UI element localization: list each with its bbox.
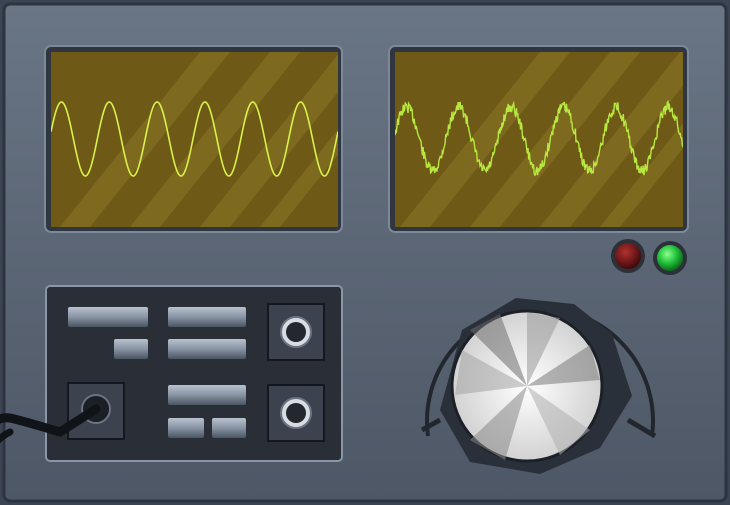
game-scene — [0, 0, 730, 505]
jack-top[interactable] — [267, 303, 325, 361]
slider-6[interactable] — [168, 418, 204, 438]
screen-right — [388, 45, 689, 233]
green-led[interactable] — [657, 245, 683, 271]
scene-svg — [0, 0, 730, 505]
slider-1[interactable] — [68, 307, 148, 327]
slider-2[interactable] — [168, 307, 246, 327]
slider-5[interactable] — [168, 385, 246, 405]
red-led[interactable] — [615, 243, 641, 269]
slider-4[interactable] — [168, 339, 246, 359]
slider-3[interactable] — [114, 339, 148, 359]
jack-bottom[interactable] — [267, 384, 325, 442]
control-panel — [0, 285, 343, 462]
slider-7[interactable] — [212, 418, 246, 438]
